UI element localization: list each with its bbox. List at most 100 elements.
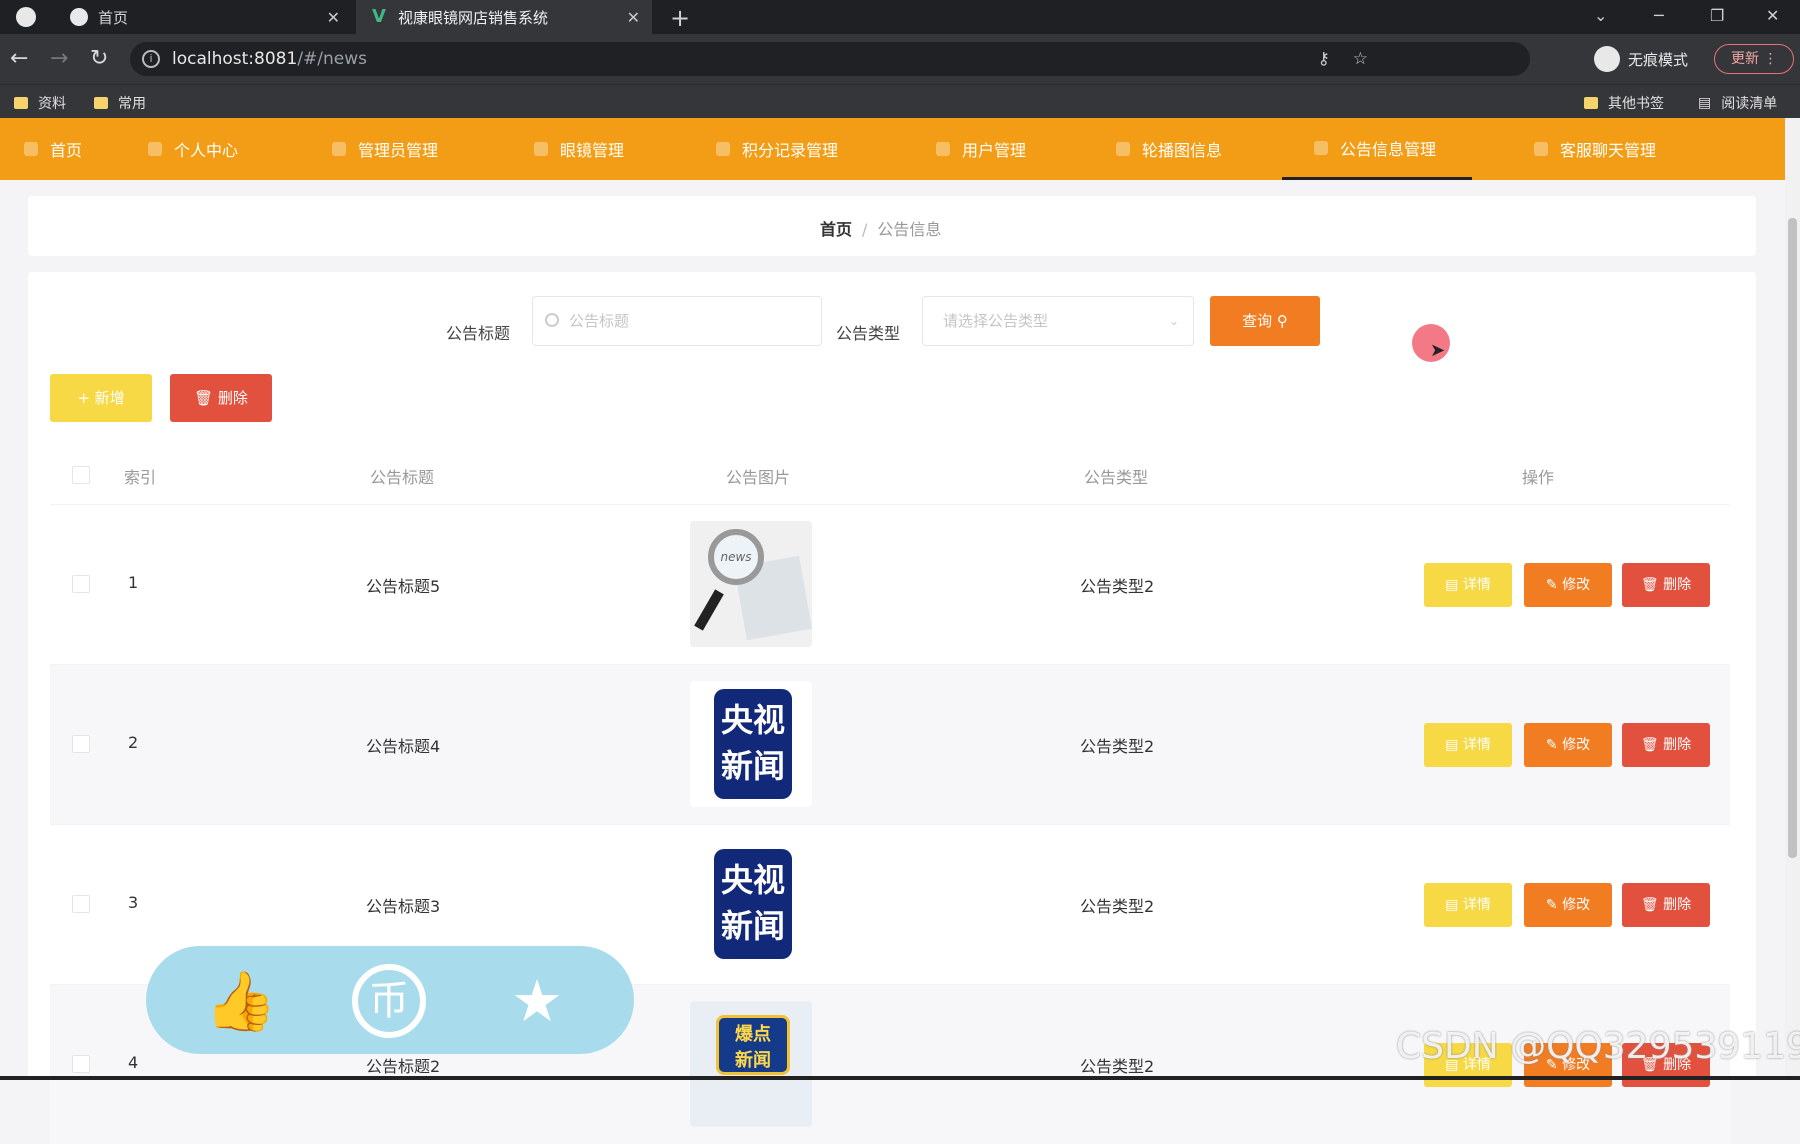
header-title: 公告标题: [370, 468, 435, 487]
reading-list[interactable]: ▤ 阅读清单: [1698, 93, 1777, 113]
search-icon: [545, 313, 559, 327]
row-index: 4: [128, 1053, 139, 1072]
page-scrollbar[interactable]: [1785, 118, 1800, 1080]
row-title: 公告标题4: [366, 737, 441, 756]
forward-icon[interactable]: →: [50, 46, 68, 71]
video-reaction-overlay: 👍 币 ★: [146, 946, 634, 1054]
nav-item-profile[interactable]: 个人中心: [148, 118, 238, 180]
update-button[interactable]: 更新 ⋮: [1714, 44, 1794, 74]
select-all-checkbox[interactable]: [72, 466, 90, 484]
delete-button[interactable]: 🗑 删除: [1622, 563, 1710, 607]
delete-label: 删除: [217, 389, 248, 407]
breadcrumb-container: 首页 / 公告信息: [28, 196, 1756, 256]
row-checkbox[interactable]: [72, 895, 90, 913]
nav-item-carousel[interactable]: 轮播图信息: [1116, 118, 1222, 180]
nav-label: 首页: [50, 141, 83, 160]
back-icon[interactable]: ←: [10, 46, 28, 71]
nav-item-users[interactable]: 用户管理: [936, 118, 1026, 180]
title-placeholder: 公告标题: [569, 312, 630, 330]
window-close-icon[interactable]: ✕: [1766, 6, 1779, 25]
bookmark-label: 其他书签: [1608, 96, 1664, 112]
close-icon[interactable]: ✕: [327, 8, 340, 27]
admin-icon: [332, 142, 346, 156]
nav-label: 管理员管理: [358, 141, 439, 160]
row-checkbox[interactable]: [72, 575, 90, 593]
nav-item-admins[interactable]: 管理员管理: [332, 118, 438, 180]
nav-label: 个人中心: [174, 141, 239, 160]
vue-logo-icon: V: [372, 6, 386, 27]
key-icon[interactable]: ⚷: [1318, 42, 1330, 76]
table-row: 1 公告标题5 news 公告类型2 ▤ 详情 ✎ 修改 🗑 删除: [50, 504, 1730, 664]
tab-search-icon[interactable]: ⌄: [1594, 6, 1607, 25]
add-button[interactable]: + 新增: [50, 374, 152, 422]
title-filter-label: 公告标题: [446, 324, 511, 343]
minimize-icon[interactable]: ─: [1654, 6, 1664, 25]
type-select[interactable]: 请选择公告类型 ⌄: [922, 296, 1194, 346]
reading-list-icon: ▤: [1698, 95, 1712, 111]
row-checkbox[interactable]: [72, 735, 90, 753]
incognito-label: 无痕模式: [1628, 50, 1689, 69]
incognito-indicator[interactable]: 无痕模式: [1594, 42, 1688, 76]
bookmark-folder[interactable]: 常用: [94, 93, 146, 113]
carousel-icon: [1116, 142, 1130, 156]
nav-label: 公告信息管理: [1340, 139, 1437, 159]
header-image: 公告图片: [726, 468, 791, 487]
close-icon[interactable]: ✕: [627, 8, 640, 27]
delete-label: 删除: [1663, 897, 1692, 913]
row-checkbox[interactable]: [72, 1055, 90, 1073]
folder-icon: [94, 97, 108, 109]
restore-icon[interactable]: ❐: [1710, 6, 1724, 25]
detail-button[interactable]: ▤ 详情: [1424, 723, 1512, 767]
url-host: localhost:8081: [172, 49, 298, 69]
edit-icon: ✎: [1545, 897, 1558, 913]
browser-tab-home[interactable]: 首页 ✕: [56, 0, 352, 34]
edit-button[interactable]: ✎ 修改: [1524, 563, 1612, 607]
globe-icon: [70, 8, 88, 26]
breadcrumb-home[interactable]: 首页: [820, 220, 852, 239]
browser-menu-icon[interactable]: [16, 7, 36, 27]
incognito-icon: [1594, 46, 1620, 72]
header-actions: 操作: [1522, 468, 1555, 487]
home-icon: [24, 142, 38, 156]
detail-button[interactable]: ▤ 详情: [1424, 883, 1512, 927]
bookmark-label: 常用: [118, 96, 146, 112]
url-field[interactable]: i localhost:8081/#/news ⚷ ☆: [130, 42, 1530, 76]
thumbs-up-icon[interactable]: 👍: [204, 964, 278, 1038]
bookmark-folder[interactable]: 其他书签: [1584, 93, 1664, 113]
delete-button[interactable]: 🗑 删除: [1622, 883, 1710, 927]
bottom-edge: [0, 1076, 1800, 1080]
edit-button[interactable]: ✎ 修改: [1524, 883, 1612, 927]
bookmark-star-icon[interactable]: ☆: [1353, 42, 1368, 76]
coin-icon[interactable]: 币: [352, 964, 426, 1038]
row-type: 公告类型2: [1080, 737, 1155, 756]
edit-icon: ✎: [1545, 737, 1558, 753]
row-title: 公告标题5: [366, 577, 441, 596]
row-title: 公告标题2: [366, 1057, 441, 1076]
detail-label: 详情: [1462, 577, 1491, 593]
detail-label: 详情: [1462, 897, 1491, 913]
bookmark-label: 阅读清单: [1721, 96, 1778, 112]
delete-button[interactable]: 🗑 删除: [1622, 723, 1710, 767]
nav-item-home[interactable]: 首页: [24, 118, 82, 180]
nav-item-points[interactable]: 积分记录管理: [716, 118, 838, 180]
new-tab-button[interactable]: +: [670, 4, 690, 32]
nav-item-announcements[interactable]: 公告信息管理: [1282, 118, 1473, 180]
bookmark-folder[interactable]: 资料: [14, 93, 66, 113]
edit-button[interactable]: ✎ 修改: [1524, 723, 1612, 767]
detail-button[interactable]: ▤ 详情: [1424, 563, 1512, 607]
batch-delete-button[interactable]: 🗑 删除: [170, 374, 272, 422]
site-info-icon[interactable]: i: [142, 50, 160, 68]
update-label: 更新: [1731, 51, 1759, 67]
query-button[interactable]: 查询 ⚲: [1210, 296, 1320, 346]
browser-tab-app[interactable]: V 视康眼镜网店销售系统 ✕: [356, 0, 652, 34]
title-search-input[interactable]: 公告标题: [532, 296, 822, 346]
scrollbar-thumb[interactable]: [1788, 218, 1797, 858]
announcement-icon: [1314, 140, 1328, 155]
star-icon[interactable]: ★: [500, 964, 574, 1038]
reload-icon[interactable]: ↻: [90, 46, 108, 71]
folder-icon: [14, 97, 28, 109]
table-header: 索引 公告标题 公告图片 公告类型 操作: [50, 444, 1730, 504]
nav-item-chat[interactable]: 客服聊天管理: [1534, 118, 1656, 180]
users-icon: [936, 142, 950, 156]
nav-item-glasses[interactable]: 眼镜管理: [534, 118, 624, 180]
